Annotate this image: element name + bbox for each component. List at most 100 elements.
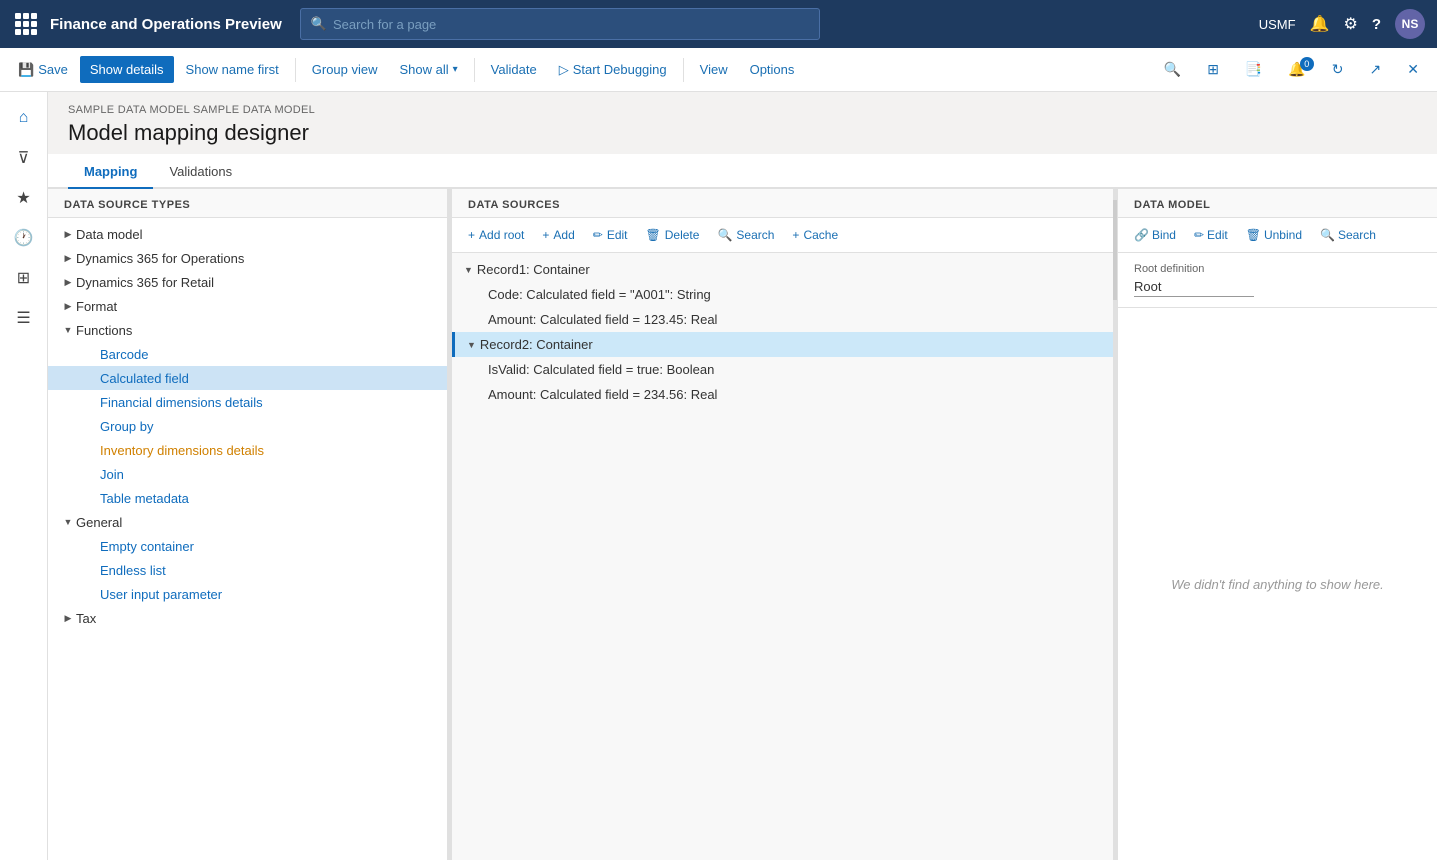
- dst-item-group-by[interactable]: ▶ Group by: [48, 414, 447, 438]
- dst-item-dynamics-retail[interactable]: ▶ Dynamics 365 for Retail: [48, 270, 447, 294]
- dst-label-functions: Functions: [76, 323, 132, 338]
- global-search-bar[interactable]: 🔍: [300, 8, 820, 40]
- ds-item-record2-amount[interactable]: Amount: Calculated field = 234.56: Real: [452, 382, 1113, 407]
- expand-format-icon: ▶: [60, 298, 76, 314]
- dst-item-join[interactable]: ▶ Join: [48, 462, 447, 486]
- dst-panel-header: DATA SOURCE TYPES: [48, 189, 447, 218]
- dst-item-functions[interactable]: ▼ Functions: [48, 318, 447, 342]
- ds-cache-button[interactable]: + Cache: [784, 224, 846, 246]
- dst-item-user-input[interactable]: ▶ User input parameter: [48, 582, 447, 606]
- ds-item-record1[interactable]: ▼ Record1: Container: [452, 257, 1113, 282]
- dst-label-financial-dims: Financial dimensions details: [100, 395, 263, 410]
- expand-general-icon: ▼: [60, 514, 76, 530]
- dst-item-general[interactable]: ▼ General: [48, 510, 447, 534]
- open-new-tab-button[interactable]: ↗: [1360, 55, 1392, 84]
- dst-item-table-metadata[interactable]: ▶ Table metadata: [48, 486, 447, 510]
- dm-edit-button[interactable]: ✏ Edit: [1186, 224, 1236, 246]
- dst-item-dynamics-ops[interactable]: ▶ Dynamics 365 for Operations: [48, 246, 447, 270]
- sidebar-list-icon[interactable]: ☰: [6, 300, 42, 336]
- search-icon: 🔍: [311, 16, 327, 32]
- dm-bind-icon: 🔗: [1134, 228, 1149, 242]
- sidebar-grid-icon[interactable]: ⊞: [6, 260, 42, 296]
- ds-item-record1-amount[interactable]: Amount: Calculated field = 123.45: Real: [452, 307, 1113, 332]
- ds-panel: DATA SOURCES + Add root + Add ✏ Edit: [452, 189, 1113, 860]
- show-all-chevron-icon: ▾: [453, 64, 458, 75]
- group-view-button[interactable]: Group view: [302, 56, 388, 83]
- org-code: USMF: [1259, 17, 1296, 32]
- view-button[interactable]: View: [690, 56, 738, 83]
- notification-icon[interactable]: 🔔: [1310, 14, 1330, 34]
- bookmark-button[interactable]: 📑: [1235, 55, 1272, 84]
- add-root-icon: +: [468, 228, 475, 242]
- ds-toolbar: + Add root + Add ✏ Edit 🗑 Delete: [452, 218, 1113, 253]
- ds-label-record2: Record2: Container: [480, 337, 593, 352]
- dst-item-barcode[interactable]: ▶ Barcode: [48, 342, 447, 366]
- dst-item-format[interactable]: ▶ Format: [48, 294, 447, 318]
- sidebar-filter-icon[interactable]: ⊽: [6, 140, 42, 176]
- avatar[interactable]: NS: [1395, 9, 1425, 39]
- save-icon: 💾: [18, 62, 34, 78]
- top-navbar: Finance and Operations Preview 🔍 USMF 🔔 …: [0, 0, 1437, 48]
- validate-button[interactable]: Validate: [481, 56, 547, 83]
- dst-panel: DATA SOURCE TYPES ▶ Data model ▶ Dynamic…: [48, 189, 448, 860]
- dst-label-group-by: Group by: [100, 419, 153, 434]
- breadcrumb: SAMPLE DATA MODEL SAMPLE DATA MODEL: [48, 92, 1437, 116]
- dst-item-empty-container[interactable]: ▶ Empty container: [48, 534, 447, 558]
- main-layout: ⌂ ⊽ ★ 🕐 ⊞ ☰ SAMPLE DATA MODEL SAMPLE DAT…: [0, 92, 1437, 860]
- dst-label-data-model: Data model: [76, 227, 142, 242]
- refresh-button[interactable]: ↻: [1322, 55, 1354, 84]
- ds-label-record2-amount: Amount: Calculated field = 234.56: Real: [488, 387, 717, 402]
- dst-label-barcode: Barcode: [100, 347, 148, 362]
- dst-item-data-model[interactable]: ▶ Data model: [48, 222, 447, 246]
- ds-add-root-button[interactable]: + Add root: [460, 224, 532, 246]
- tab-mapping[interactable]: Mapping: [68, 154, 153, 189]
- global-search-input[interactable]: [333, 17, 809, 32]
- ds-label-record2-isvalid: IsValid: Calculated field = true: Boolea…: [488, 362, 714, 377]
- collapse-record2-icon: ▼: [467, 340, 476, 350]
- notification-count-badge: 0: [1300, 57, 1314, 71]
- dst-label-tax: Tax: [76, 611, 96, 626]
- grid-icon-button[interactable]: ⊞: [1197, 55, 1229, 84]
- dm-root-value: Root: [1134, 279, 1254, 297]
- dst-item-inventory-dims[interactable]: ▶ Inventory dimensions details: [48, 438, 447, 462]
- dst-item-calculated-field[interactable]: ▶ Calculated field: [48, 366, 447, 390]
- ds-panel-header: DATA SOURCES: [452, 189, 1113, 218]
- settings-icon[interactable]: ⚙: [1343, 14, 1357, 34]
- dst-item-endless-list[interactable]: ▶ Endless list: [48, 558, 447, 582]
- dm-root-definition-label: Root definition: [1134, 263, 1421, 275]
- main-toolbar: 💾 Save Show details Show name first Grou…: [0, 48, 1437, 92]
- show-details-button[interactable]: Show details: [80, 56, 174, 83]
- sidebar-star-icon[interactable]: ★: [6, 180, 42, 216]
- dm-search-button[interactable]: 🔍 Search: [1312, 224, 1384, 246]
- dm-unbind-button[interactable]: 🗑 Unbind: [1238, 224, 1310, 246]
- dm-bind-button[interactable]: 🔗 Bind: [1126, 224, 1184, 246]
- ds-search-button[interactable]: 🔍 Search: [709, 224, 782, 246]
- dm-search-icon: 🔍: [1320, 228, 1335, 242]
- ds-cache-icon: +: [792, 228, 799, 242]
- ds-item-record1-code[interactable]: Code: Calculated field = "A001": String: [452, 282, 1113, 307]
- ds-item-record2-isvalid[interactable]: IsValid: Calculated field = true: Boolea…: [452, 357, 1113, 382]
- expand-dynamics-ops-icon: ▶: [60, 250, 76, 266]
- dm-toolbar: 🔗 Bind ✏ Edit 🗑 Unbind 🔍 Search: [1118, 218, 1437, 253]
- sidebar-clock-icon[interactable]: 🕐: [6, 220, 42, 256]
- close-button[interactable]: ✕: [1397, 55, 1429, 84]
- left-sidebar: ⌂ ⊽ ★ 🕐 ⊞ ☰: [0, 92, 48, 860]
- start-debugging-button[interactable]: ▷ Start Debugging: [549, 56, 677, 84]
- ds-edit-button[interactable]: ✏ Edit: [585, 224, 636, 246]
- save-button[interactable]: 💾 Save: [8, 56, 78, 84]
- show-name-first-button[interactable]: Show name first: [176, 56, 289, 83]
- ds-add-button[interactable]: + Add: [534, 224, 582, 246]
- options-button[interactable]: Options: [740, 56, 805, 83]
- waffle-menu-button[interactable]: [12, 10, 40, 38]
- filter-button[interactable]: 🔍: [1154, 55, 1191, 84]
- help-icon[interactable]: ?: [1372, 16, 1381, 33]
- sidebar-home-icon[interactable]: ⌂: [6, 100, 42, 136]
- tab-validations[interactable]: Validations: [153, 154, 248, 189]
- ds-delete-button[interactable]: 🗑 Delete: [638, 224, 708, 246]
- dst-label-general: General: [76, 515, 122, 530]
- notifications-badge-container: 🔔 0: [1278, 55, 1315, 84]
- show-all-button[interactable]: Show all ▾: [390, 56, 468, 83]
- ds-item-record2[interactable]: ▼ Record2: Container: [452, 332, 1113, 357]
- dst-item-tax[interactable]: ▶ Tax: [48, 606, 447, 630]
- dst-item-financial-dims[interactable]: ▶ Financial dimensions details: [48, 390, 447, 414]
